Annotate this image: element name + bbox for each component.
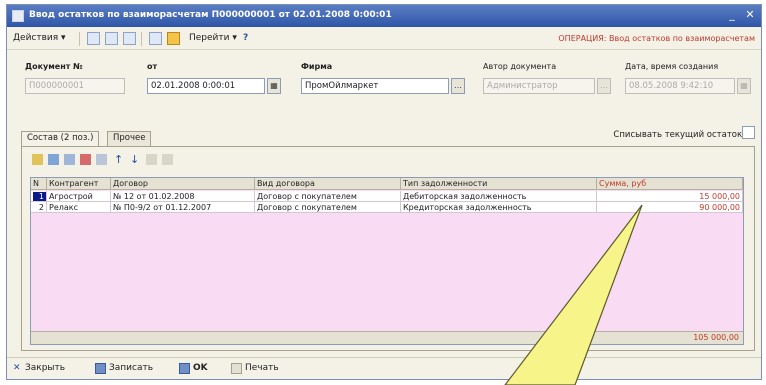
ok-button[interactable]: OK (193, 363, 208, 373)
firm-field[interactable]: ПромОйлмаркет (301, 78, 449, 94)
edit-row-icon[interactable] (64, 154, 75, 165)
row-contract[interactable]: № П0-9/2 от 01.12.2007 (111, 202, 255, 213)
col-contract[interactable]: Договор (111, 178, 255, 190)
col-n[interactable]: N (31, 178, 47, 190)
col-contract-type[interactable]: Вид договора (255, 178, 401, 190)
created-calendar-icon: ▦ (737, 78, 751, 94)
document-header: Документ № П000000001 от 02.01.2008 0:00… (15, 60, 755, 120)
edit-icon[interactable] (123, 32, 136, 45)
copy-icon[interactable] (105, 32, 118, 45)
save-button[interactable]: Записать (109, 363, 153, 373)
row-counterparty[interactable]: Агрострой (47, 191, 111, 202)
col-debt-type[interactable]: Тип задолженности (401, 178, 597, 190)
structure-icon[interactable] (149, 32, 162, 45)
date-field[interactable]: 02.01.2008 0:00:01 (147, 78, 265, 94)
end-edit-icon[interactable] (96, 154, 107, 165)
doc-number-field: П000000001 (25, 78, 125, 94)
copy-row-icon[interactable] (48, 154, 59, 165)
print-button[interactable]: Печать (245, 363, 279, 373)
created-field: 08.05.2008 9:42:10 (625, 78, 735, 94)
sort-asc-icon[interactable] (146, 154, 157, 165)
delete-row-icon[interactable] (80, 154, 91, 165)
row-contract[interactable]: № 12 от 01.02.2008 (111, 191, 255, 202)
row-amount[interactable]: 90 000,00 (597, 202, 743, 213)
minimize-button[interactable]: _ (725, 8, 739, 22)
author-label: Автор документа (483, 62, 557, 71)
actions-menu[interactable]: Действия ▾ (13, 33, 66, 43)
tab-composition[interactable]: Состав (2 поз.) (21, 131, 100, 146)
balances-table: N Контрагент Договор Вид договора Тип за… (30, 177, 744, 345)
table-row[interactable]: 2 Релакс № П0-9/2 от 01.12.2007 Договор … (31, 202, 743, 213)
close-window-button[interactable]: ✕ (743, 8, 757, 22)
doc-number-label: Документ № (25, 62, 83, 71)
table-row[interactable]: 1 Агрострой № 12 от 01.02.2008 Договор с… (31, 191, 743, 202)
write-off-checkbox[interactable] (742, 126, 755, 139)
main-toolbar: Действия ▾ Перейти ▾ ? ОПЕРАЦИЯ: Ввод ос… (7, 28, 761, 50)
add-icon[interactable] (87, 32, 100, 45)
ok-icon[interactable] (179, 363, 190, 374)
table-footer: 105 000,00 (31, 331, 743, 344)
row-number: 1 (31, 191, 47, 202)
row-counterparty[interactable]: Релакс (47, 202, 111, 213)
move-up-icon[interactable]: ↑ (114, 154, 125, 165)
write-off-label: Списывать текущий остаток: (613, 130, 745, 140)
bottom-bar: ✕ Закрыть Записать OK Печать (7, 357, 761, 379)
window-title: Ввод остатков по взаиморасчетам П0000000… (29, 10, 392, 20)
post-icon[interactable] (167, 32, 180, 45)
print-icon[interactable] (231, 363, 242, 374)
table-header: N Контрагент Договор Вид договора Тип за… (31, 178, 743, 190)
composition-panel: ↑ ↓ N Контрагент Договор Вид договора Ти… (21, 146, 755, 351)
help-icon[interactable]: ? (243, 33, 248, 43)
row-contract-type[interactable]: Договор с покупателем (255, 191, 401, 202)
sort-desc-icon[interactable] (162, 154, 173, 165)
author-field: Администратор (483, 78, 595, 94)
created-label: Дата, время создания (625, 62, 719, 71)
move-down-icon[interactable]: ↓ (130, 154, 141, 165)
title-bar: Ввод остатков по взаиморасчетам П0000000… (7, 5, 761, 27)
goto-menu[interactable]: Перейти ▾ (189, 33, 237, 43)
toolbar-separator (79, 32, 80, 46)
row-contract-type[interactable]: Договор с покупателем (255, 202, 401, 213)
close-icon[interactable]: ✕ (13, 363, 21, 373)
date-label: от (147, 62, 158, 71)
row-number: 2 (31, 202, 47, 213)
col-amount[interactable]: Сумма, руб (597, 178, 743, 190)
row-amount[interactable]: 15 000,00 (597, 191, 743, 202)
calendar-icon[interactable]: ▦ (267, 78, 281, 94)
add-row-icon[interactable] (32, 154, 43, 165)
toolbar-separator (141, 32, 142, 46)
row-debt-type[interactable]: Кредиторская задолженность (401, 202, 597, 213)
document-icon (12, 10, 24, 22)
row-debt-type[interactable]: Дебиторская задолженность (401, 191, 597, 202)
author-select-button: … (597, 78, 611, 94)
firm-select-button[interactable]: … (451, 78, 465, 94)
tab-other[interactable]: Прочее (107, 131, 152, 146)
document-window: Ввод остатков по взаиморасчетам П0000000… (6, 4, 762, 380)
operation-label: ОПЕРАЦИЯ: Ввод остатков по взаиморасчета… (558, 34, 755, 43)
save-icon[interactable] (95, 363, 106, 374)
close-button[interactable]: Закрыть (25, 363, 65, 373)
firm-label: Фирма (301, 62, 333, 71)
col-counterparty[interactable]: Контрагент (47, 178, 111, 190)
amount-total: 105 000,00 (693, 333, 739, 342)
